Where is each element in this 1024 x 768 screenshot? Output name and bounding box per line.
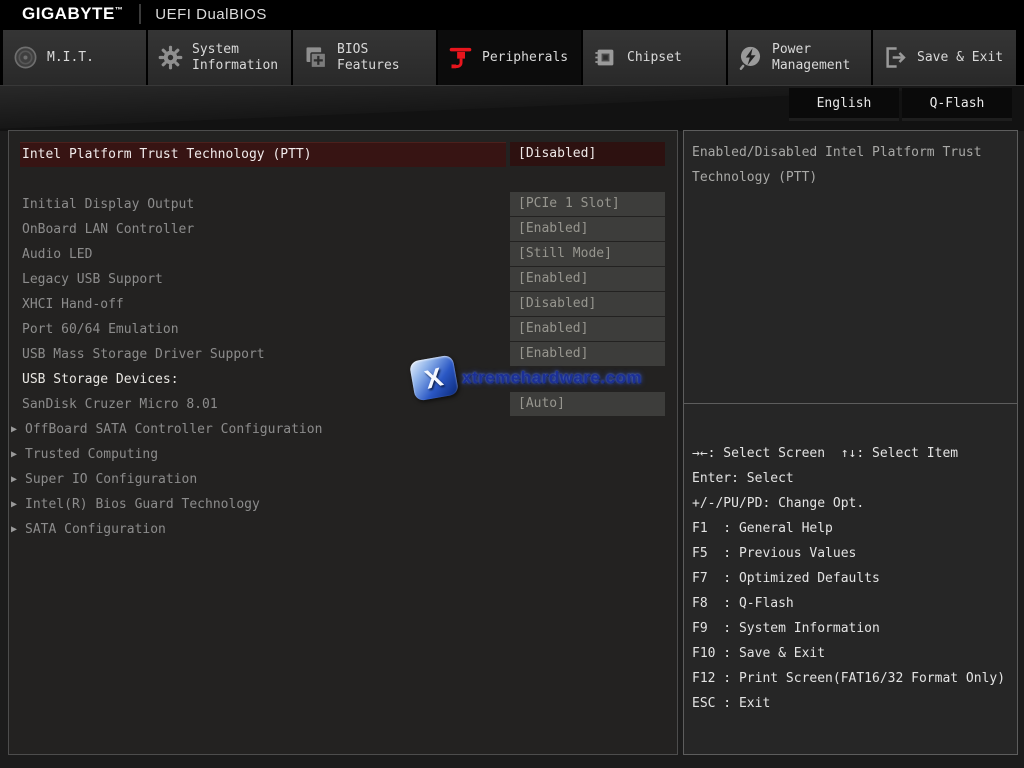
setting-label: OnBoard LAN Controller bbox=[22, 222, 195, 237]
tab-system-information[interactable]: System Information bbox=[148, 30, 291, 85]
peripherals-icon bbox=[447, 44, 474, 71]
tab-label: Save & Exit bbox=[917, 49, 1004, 65]
page-title: UEFI DualBIOS bbox=[155, 5, 267, 23]
submenu-arrow-icon: ▶ bbox=[11, 474, 18, 485]
setting-value[interactable]: [Disabled] bbox=[510, 142, 665, 166]
setting-label: Legacy USB Support bbox=[22, 272, 163, 287]
tab-mit[interactable]: M.I.T. bbox=[3, 30, 146, 85]
submenu-arrow-icon: ▶ bbox=[11, 499, 18, 510]
settings-row[interactable]: ▶Audio LED[Still Mode] bbox=[9, 242, 677, 267]
settings-row[interactable]: ▶USB Storage Devices: bbox=[9, 367, 677, 392]
settings-panel: ▶ Intel Platform Trust Technology (PTT) [D… bbox=[8, 130, 678, 755]
qflash-button[interactable]: Q-Flash bbox=[902, 88, 1012, 121]
tab-bar: M.I.T. System Information BIOS Features Perip… bbox=[0, 28, 1024, 85]
settings-row[interactable]: ▶ Intel(R) Bios Guard Technology bbox=[9, 492, 677, 517]
legend-line: F8 : Q-Flash bbox=[692, 596, 794, 611]
legend-line: Enter: Select bbox=[692, 471, 794, 486]
setting-value[interactable]: [Enabled] bbox=[510, 217, 665, 241]
legend-line: +/-/PU/PD: Change Opt. bbox=[692, 496, 865, 511]
settings-row[interactable]: ▶XHCI Hand-off[Disabled] bbox=[9, 292, 677, 317]
setting-label: Super IO Configuration bbox=[25, 472, 198, 487]
setting-label: USB Storage Devices: bbox=[22, 372, 179, 387]
setting-label: SATA Configuration bbox=[25, 522, 166, 537]
submenu-arrow-icon: ▶ bbox=[11, 449, 18, 460]
settings-row[interactable]: ▶Intel Platform Trust Technology (PTT)[D… bbox=[9, 142, 677, 167]
setting-label: Initial Display Output bbox=[22, 197, 195, 212]
tab-chipset[interactable]: Chipset bbox=[583, 30, 726, 85]
setting-label: OffBoard SATA Controller Configuration bbox=[25, 422, 323, 437]
key-legend: →←: Select Screen ↑↓: Select Item Enter: … bbox=[684, 404, 1017, 716]
gigabyte-logo: GIGABYTE™ bbox=[22, 4, 124, 23]
legend-line: →←: Select Screen ↑↓: Select Item bbox=[692, 446, 959, 461]
setting-label: Audio LED bbox=[22, 247, 93, 262]
setting-value[interactable]: [Auto] bbox=[510, 392, 665, 416]
setting-value[interactable]: [Enabled] bbox=[510, 317, 665, 341]
legend-line: F5 : Previous Values bbox=[692, 546, 857, 561]
tab-peripherals[interactable]: Peripherals bbox=[438, 30, 581, 85]
tab-power-management[interactable]: Power Management bbox=[728, 30, 871, 85]
settings-row[interactable]: ▶SanDisk Cruzer Micro 8.01[Auto] bbox=[9, 392, 677, 417]
settings-row[interactable]: ▶ Trusted Computing bbox=[9, 442, 677, 467]
settings-row[interactable]: ▶Legacy USB Support[Enabled] bbox=[9, 267, 677, 292]
bios-features-icon bbox=[302, 44, 329, 71]
setting-value[interactable]: [Enabled] bbox=[510, 342, 665, 366]
legend-line: F7 : Optimized Defaults bbox=[692, 571, 880, 586]
legend-line: F1 : General Help bbox=[692, 521, 833, 536]
item-help-text: Enabled/Disabled Intel Platform Trust Te… bbox=[684, 131, 1017, 404]
setting-label: Intel Platform Trust Technology (PTT) bbox=[22, 147, 312, 162]
settings-row[interactable]: ▶Port 60/64 Emulation[Enabled] bbox=[9, 317, 677, 342]
tab-label: BIOS Features bbox=[337, 41, 400, 73]
english-button[interactable]: English bbox=[789, 88, 899, 121]
setting-value[interactable]: [Still Mode] bbox=[510, 242, 665, 266]
info-panel: Enabled/Disabled Intel Platform Trust Te… bbox=[683, 130, 1018, 755]
divider bbox=[139, 4, 142, 24]
tab-label: Chipset bbox=[627, 49, 682, 65]
settings-row[interactable]: ▶ OffBoard SATA Controller Configuration bbox=[9, 417, 677, 442]
tab-label: System Information bbox=[192, 41, 279, 73]
settings-row[interactable]: ▶ Super IO Configuration bbox=[9, 467, 677, 492]
settings-row bbox=[9, 167, 677, 192]
setting-label: SanDisk Cruzer Micro 8.01 bbox=[22, 397, 218, 412]
setting-value[interactable]: [PCIe 1 Slot] bbox=[510, 192, 665, 216]
tab-label: M.I.T. bbox=[47, 49, 94, 65]
mit-icon bbox=[12, 44, 39, 71]
settings-row[interactable]: ▶USB Mass Storage Driver Support[Enabled… bbox=[9, 342, 677, 367]
setting-label: XHCI Hand-off bbox=[22, 297, 124, 312]
setting-label: USB Mass Storage Driver Support bbox=[22, 347, 265, 362]
power-management-icon bbox=[737, 44, 764, 71]
legend-line: F12 : Print Screen(FAT16/32 Format Only) bbox=[692, 671, 1006, 686]
tab-save-exit[interactable]: Save & Exit bbox=[873, 30, 1016, 85]
settings-row[interactable]: ▶ SATA Configuration bbox=[9, 517, 677, 542]
settings-row[interactable]: ▶OnBoard LAN Controller[Enabled] bbox=[9, 217, 677, 242]
setting-label: Intel(R) Bios Guard Technology bbox=[25, 497, 260, 512]
setting-label: Trusted Computing bbox=[25, 447, 159, 462]
legend-line: F10 : Save & Exit bbox=[692, 646, 826, 661]
submenu-arrow-icon: ▶ bbox=[11, 524, 18, 535]
setting-value[interactable]: [Disabled] bbox=[510, 292, 665, 316]
system-information-icon bbox=[157, 44, 184, 71]
tab-label: Peripherals bbox=[482, 49, 569, 65]
submenu-arrow-icon: ▶ bbox=[11, 424, 18, 435]
trademark-symbol: ™ bbox=[114, 5, 124, 15]
chipset-icon bbox=[592, 44, 619, 71]
utility-buttons: English Q-Flash bbox=[789, 88, 1012, 121]
legend-line: F9 : System Information bbox=[692, 621, 880, 636]
settings-rows: ▶ Intel Platform Trust Technology (PTT) [D… bbox=[9, 142, 677, 542]
setting-value[interactable]: [Enabled] bbox=[510, 267, 665, 291]
setting-label: Port 60/64 Emulation bbox=[22, 322, 179, 337]
save-exit-icon bbox=[882, 44, 909, 71]
legend-line: ESC : Exit bbox=[692, 696, 771, 711]
settings-row[interactable]: ▶Initial Display Output[PCIe 1 Slot] bbox=[9, 192, 677, 217]
tab-bios-features[interactable]: BIOS Features bbox=[293, 30, 436, 85]
bios-screen: GIGABYTE™ UEFI DualBIOS M.I.T. System Info… bbox=[0, 0, 1024, 768]
top-bar: GIGABYTE™ UEFI DualBIOS bbox=[0, 0, 1024, 28]
tab-label: Power Management bbox=[772, 41, 851, 73]
